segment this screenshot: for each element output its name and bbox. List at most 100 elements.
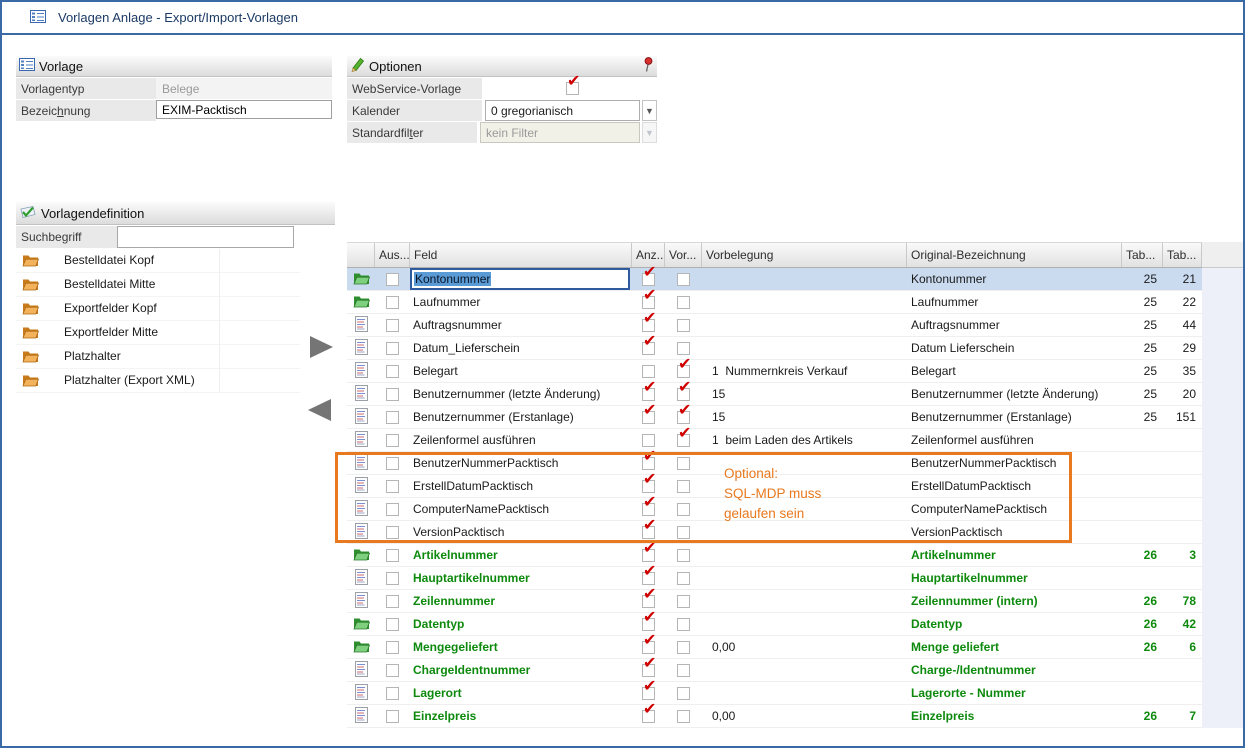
vorbelegung-checkbox[interactable] [677,618,690,631]
anzeigen-checkbox[interactable]: ✔ [642,342,655,355]
vorbelegung-checkbox[interactable] [677,457,690,470]
tree-item[interactable]: Bestelldatei Kopf [16,249,300,273]
column-header[interactable]: Original-Bezeichnung [907,243,1122,267]
vorbelegung-checkbox[interactable]: ✔ [677,434,690,447]
table-row[interactable]: Datentyp✔Datentyp2642 [347,613,1202,636]
vorbelegung-checkbox[interactable] [677,710,690,723]
vorbelegung-checkbox[interactable] [677,595,690,608]
anzeigen-checkbox[interactable]: ✔ [642,687,655,700]
vorbelegung-checkbox[interactable] [677,296,690,309]
column-header[interactable] [347,243,375,267]
anzeigen-checkbox[interactable]: ✔ [642,319,655,332]
anzeigen-checkbox[interactable]: ✔ [642,411,655,424]
anzeigen-checkbox[interactable]: ✔ [642,664,655,677]
kalender-dropdown-arrow-icon[interactable]: ▼ [642,100,657,121]
vorbelegung-checkbox[interactable] [677,641,690,654]
column-header[interactable]: Tab... [1163,243,1202,267]
table-row[interactable]: ChargeIdentnummer✔Charge-/Identnummer [347,659,1202,682]
suchbegriff-input[interactable] [117,226,294,248]
table-row[interactable]: Benutzernummer (Erstanlage)✔✔15Benutzern… [347,406,1202,429]
vorbelegung-checkbox[interactable]: ✔ [677,365,690,378]
column-header[interactable]: Feld [410,243,632,267]
anzeigen-checkbox[interactable]: ✔ [642,480,655,493]
aus-checkbox[interactable] [386,595,399,608]
vorbelegung-checkbox[interactable] [677,503,690,516]
vorbelegung-checkbox[interactable] [677,526,690,539]
table-row[interactable]: Laufnummer✔Laufnummer2522 [347,291,1202,314]
anzeigen-checkbox[interactable]: ✔ [642,572,655,585]
anzeigen-checkbox[interactable]: ✔ [642,641,655,654]
aus-checkbox[interactable] [386,503,399,516]
bezeichnung-input[interactable] [156,100,332,119]
tree-item[interactable]: Platzhalter [16,345,300,369]
anzeigen-checkbox[interactable]: ✔ [642,549,655,562]
anzeigen-checkbox[interactable]: ✔ [642,710,655,723]
column-header[interactable]: Vor... [665,243,702,267]
aus-checkbox[interactable] [386,296,399,309]
table-row[interactable]: Benutzernummer (letzte Änderung)✔✔15Benu… [347,383,1202,406]
aus-checkbox[interactable] [386,457,399,470]
tree-item[interactable]: Platzhalter (Export XML) [16,369,300,393]
anzeigen-checkbox[interactable]: ✔ [642,457,655,470]
anzeigen-checkbox[interactable]: ✔ [642,388,655,401]
column-header[interactable]: Aus... [375,243,410,267]
table-row[interactable]: Kontonummer✔Kontonummer2521 [347,268,1202,291]
anzeigen-checkbox[interactable]: ✔ [642,273,655,286]
inline-edit-input[interactable]: Kontonummer [410,268,630,290]
vorbelegung-checkbox[interactable] [677,319,690,332]
table-row[interactable]: Zeilennummer✔Zeilennummer (intern)2678 [347,590,1202,613]
aus-checkbox[interactable] [386,273,399,286]
aus-checkbox[interactable] [386,411,399,424]
webservice-checkbox[interactable]: ✔ [566,82,579,95]
aus-checkbox[interactable] [386,319,399,332]
table-row[interactable]: Einzelpreis✔0,00Einzelpreis267 [347,705,1202,728]
move-left-arrow-button[interactable] [308,399,331,421]
vorbelegung-checkbox[interactable]: ✔ [677,411,690,424]
pin-icon[interactable] [642,57,654,76]
anzeigen-checkbox[interactable]: ✔ [642,618,655,631]
tree-item[interactable]: Exportfelder Kopf [16,297,300,321]
vorbelegung-checkbox[interactable] [677,273,690,286]
anzeigen-checkbox[interactable] [642,365,655,378]
table-row[interactable]: Zeilenformel ausführen✔1 beim Laden des … [347,429,1202,452]
move-right-arrow-button[interactable] [310,336,333,358]
aus-checkbox[interactable] [386,549,399,562]
vorbelegung-checkbox[interactable] [677,687,690,700]
anzeigen-checkbox[interactable] [642,434,655,447]
vorbelegung-checkbox[interactable] [677,480,690,493]
aus-checkbox[interactable] [386,572,399,585]
vorbelegung-checkbox[interactable]: ✔ [677,388,690,401]
vorbelegung-checkbox[interactable] [677,342,690,355]
vorbelegung-checkbox[interactable] [677,572,690,585]
tree-item[interactable]: Exportfelder Mitte [16,321,300,345]
aus-checkbox[interactable] [386,687,399,700]
anzeigen-checkbox[interactable]: ✔ [642,595,655,608]
table-row[interactable]: Belegart✔1 Nummernkreis VerkaufBelegart2… [347,360,1202,383]
table-row[interactable]: Artikelnummer✔Artikelnummer263 [347,544,1202,567]
column-header[interactable]: Vorbelegung [702,243,907,267]
kalender-dropdown[interactable]: 0 gregorianisch [485,100,640,121]
aus-checkbox[interactable] [386,664,399,677]
anzeigen-checkbox[interactable]: ✔ [642,296,655,309]
table-row[interactable]: Mengegeliefert✔0,00Menge geliefert266 [347,636,1202,659]
vorbelegung-checkbox[interactable] [677,664,690,677]
table-row[interactable]: Datum_Lieferschein✔Datum Lieferschein252… [347,337,1202,360]
column-header[interactable]: Tab... [1122,243,1163,267]
aus-checkbox[interactable] [386,434,399,447]
aus-checkbox[interactable] [386,526,399,539]
table-row[interactable]: Auftragsnummer✔Auftragsnummer2544 [347,314,1202,337]
anzeigen-checkbox[interactable]: ✔ [642,526,655,539]
aus-checkbox[interactable] [386,618,399,631]
aus-checkbox[interactable] [386,342,399,355]
tree-item[interactable]: Bestelldatei Mitte [16,273,300,297]
aus-checkbox[interactable] [386,365,399,378]
aus-checkbox[interactable] [386,388,399,401]
aus-checkbox[interactable] [386,710,399,723]
aus-checkbox[interactable] [386,480,399,493]
table-row[interactable]: Hauptartikelnummer✔Hauptartikelnummer [347,567,1202,590]
table-row[interactable]: VersionPacktisch✔VersionPacktisch [347,521,1202,544]
vorbelegung-checkbox[interactable] [677,549,690,562]
aus-checkbox[interactable] [386,641,399,654]
table-row[interactable]: Lagerort✔Lagerorte - Nummer [347,682,1202,705]
anzeigen-checkbox[interactable]: ✔ [642,503,655,516]
